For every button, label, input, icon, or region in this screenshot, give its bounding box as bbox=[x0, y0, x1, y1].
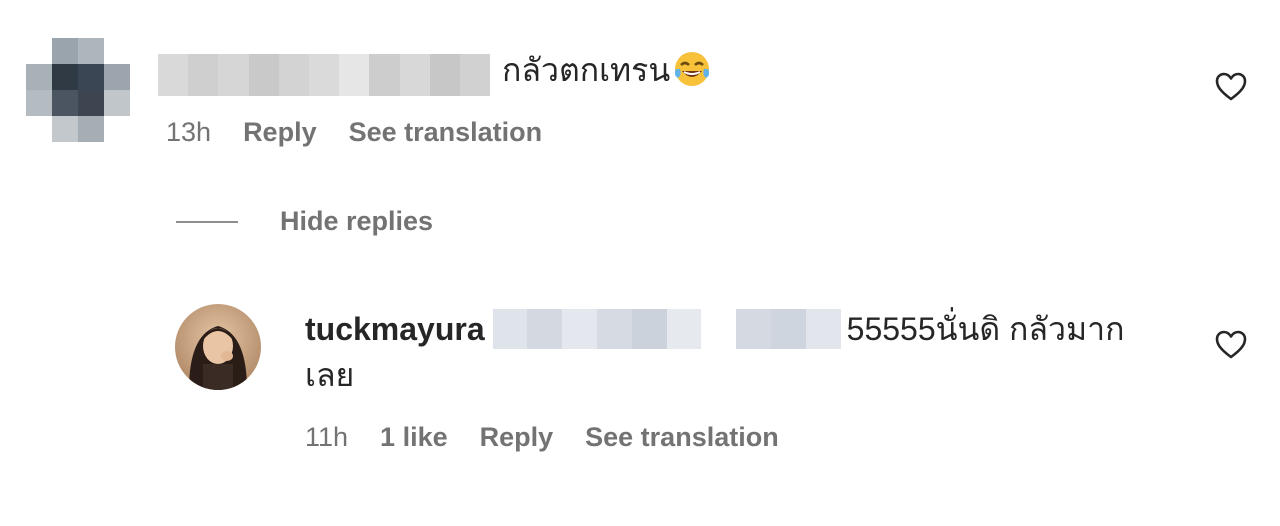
reply-username-link[interactable]: tuckmayura bbox=[305, 311, 485, 347]
comment-timestamp[interactable]: 13h bbox=[166, 117, 211, 148]
reply-timestamp[interactable]: 11h bbox=[305, 422, 348, 453]
heart-icon[interactable] bbox=[1214, 70, 1248, 104]
hide-replies-button[interactable]: Hide replies bbox=[176, 206, 433, 237]
comments-panel: กลัวตกเทรน 13h Reply See translation Hid… bbox=[0, 0, 1280, 526]
comment-meta: 13h Reply See translation bbox=[166, 117, 542, 148]
hide-replies-label: Hide replies bbox=[280, 206, 434, 236]
comment-reply-button[interactable]: Reply bbox=[243, 117, 317, 148]
reply-user-avatar[interactable] bbox=[175, 304, 261, 390]
heart-icon[interactable] bbox=[1214, 328, 1248, 362]
comment-text: กลัวตกเทรน bbox=[502, 48, 712, 93]
comment-body: กลัวตกเทรน bbox=[502, 52, 671, 88]
reply-text: tuckmayura 55555นั่นดิ กลัวมากเลย bbox=[305, 306, 1145, 398]
reply-mention-pixelated[interactable] bbox=[492, 308, 841, 349]
commenter-username-pixelated[interactable] bbox=[158, 54, 490, 96]
face-with-tears-of-joy-icon bbox=[672, 49, 712, 89]
thread-divider-line bbox=[176, 220, 238, 223]
reply-reply-button[interactable]: Reply bbox=[480, 422, 554, 453]
reply-see-translation-button[interactable]: See translation bbox=[585, 422, 779, 453]
reply-likes-count[interactable]: 1 like bbox=[380, 422, 448, 453]
comment-see-translation-button[interactable]: See translation bbox=[349, 117, 543, 148]
reply-meta: 11h 1 like Reply See translation bbox=[305, 422, 779, 453]
commenter-avatar-pixelated[interactable] bbox=[26, 38, 130, 142]
